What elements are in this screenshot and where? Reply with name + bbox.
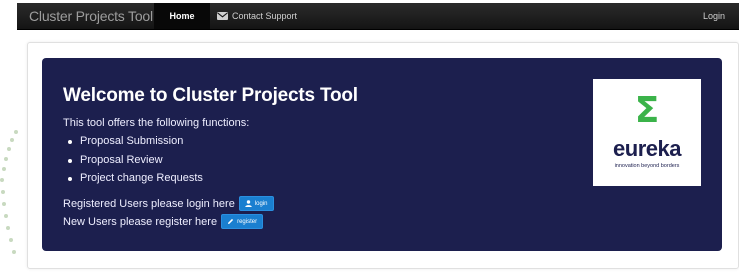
login-button-label: login [254, 200, 268, 207]
welcome-hero: Welcome to Cluster Projects Tool This to… [42, 58, 722, 251]
pencil-icon [228, 218, 234, 224]
list-item: Proposal Review [66, 151, 203, 170]
list-item: Project change Requests [66, 169, 203, 188]
list-item: Proposal Submission [66, 132, 203, 151]
eureka-logo: Σ eureka innovation beyond borders [593, 79, 701, 186]
logo-wordmark: eureka [613, 136, 681, 161]
registered-users-line: Registered Users please login here login [63, 196, 274, 211]
new-users-text: New Users please register here [63, 215, 218, 228]
decorative-dots [0, 130, 26, 273]
register-button-label: register [237, 218, 258, 225]
nav-login[interactable]: Login [703, 3, 725, 29]
sigma-logo-icon: Σ [634, 90, 660, 131]
brand-link[interactable]: Cluster Projects Tool [29, 8, 153, 24]
logo-tagline: innovation beyond borders [614, 163, 680, 169]
top-navbar: Cluster Projects Tool Home Contact Suppo… [17, 3, 739, 30]
nav-home[interactable]: Home [154, 3, 210, 29]
nav-contact-support-label: Contact Support [232, 11, 298, 21]
registered-users-text: Registered Users please login here [63, 197, 235, 210]
main-panel: Welcome to Cluster Projects Tool This to… [27, 42, 739, 269]
login-button[interactable]: login [238, 196, 274, 211]
user-icon [245, 200, 252, 207]
envelope-icon [217, 12, 228, 20]
intro-text: This tool offers the following functions… [63, 117, 250, 129]
page-title: Welcome to Cluster Projects Tool [63, 85, 358, 106]
register-button[interactable]: register [221, 214, 264, 229]
functions-list: Proposal Submission Proposal Review Proj… [66, 132, 203, 188]
new-users-line: New Users please register here register [63, 214, 264, 229]
nav-contact-support[interactable]: Contact Support [217, 3, 297, 29]
